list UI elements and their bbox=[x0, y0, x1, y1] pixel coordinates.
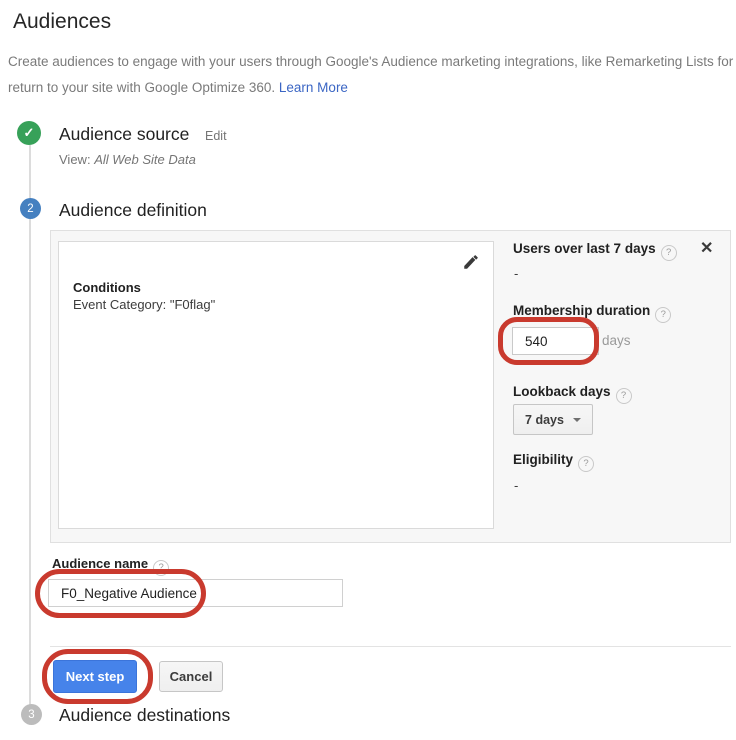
membership-duration-input[interactable] bbox=[512, 327, 599, 355]
help-icon[interactable]: ? bbox=[616, 388, 632, 404]
description-line2: return to your site with Google Optimize… bbox=[8, 80, 275, 95]
edit-pencil-icon[interactable] bbox=[462, 253, 480, 271]
step1-title: Audience source bbox=[59, 124, 189, 145]
help-icon[interactable]: ? bbox=[578, 456, 594, 472]
audience-name-input[interactable] bbox=[48, 579, 343, 607]
conditions-card: Conditions Event Category: "F0flag" bbox=[58, 241, 494, 529]
check-icon: ✓ bbox=[24, 125, 35, 141]
view-value: All Web Site Data bbox=[94, 152, 196, 167]
help-icon[interactable]: ? bbox=[655, 307, 671, 323]
membership-duration-label: Membership duration? bbox=[513, 303, 671, 323]
step1-edit-link[interactable]: Edit bbox=[205, 129, 227, 143]
step3-title: Audience destinations bbox=[59, 705, 230, 726]
conditions-title: Conditions bbox=[73, 280, 141, 295]
actions-divider bbox=[50, 646, 731, 647]
lookback-days-label: Lookback days? bbox=[513, 384, 632, 404]
step3-number: 3 bbox=[28, 709, 34, 721]
page-description: Create audiences to engage with your use… bbox=[8, 49, 734, 101]
step-connector-line bbox=[29, 145, 31, 708]
description-line1: Create audiences to engage with your use… bbox=[8, 54, 733, 69]
eligibility-label: Eligibility? bbox=[513, 452, 594, 472]
step2-number-circle: 2 bbox=[20, 198, 41, 219]
users-over-7-days-label: Users over last 7 days? bbox=[513, 241, 677, 261]
audiences-page: Audiences Create audiences to engage wit… bbox=[0, 0, 736, 740]
eligibility-value: - bbox=[514, 478, 518, 493]
audience-name-label: Audience name? bbox=[52, 556, 169, 576]
step2-number: 2 bbox=[27, 203, 33, 215]
lookback-days-dropdown[interactable]: 7 days bbox=[513, 404, 593, 435]
page-title: Audiences bbox=[13, 10, 111, 34]
help-icon[interactable]: ? bbox=[661, 245, 677, 261]
help-icon[interactable]: ? bbox=[153, 560, 169, 576]
learn-more-link[interactable]: Learn More bbox=[279, 80, 348, 95]
next-step-button[interactable]: Next step bbox=[53, 660, 137, 693]
chevron-down-icon bbox=[573, 418, 581, 422]
cancel-button[interactable]: Cancel bbox=[159, 661, 223, 692]
membership-duration-unit: days bbox=[602, 333, 631, 348]
users-over-7-days-value: - bbox=[514, 266, 518, 281]
view-label: View: bbox=[59, 152, 91, 167]
step2-title: Audience definition bbox=[59, 200, 207, 221]
conditions-detail: Event Category: "F0flag" bbox=[73, 297, 215, 312]
step1-done-circle: ✓ bbox=[17, 121, 41, 145]
lookback-days-value: 7 days bbox=[525, 413, 564, 427]
close-icon[interactable]: ✕ bbox=[700, 238, 713, 258]
step3-number-circle: 3 bbox=[21, 704, 42, 725]
step1-view-line: View: All Web Site Data bbox=[59, 152, 196, 167]
